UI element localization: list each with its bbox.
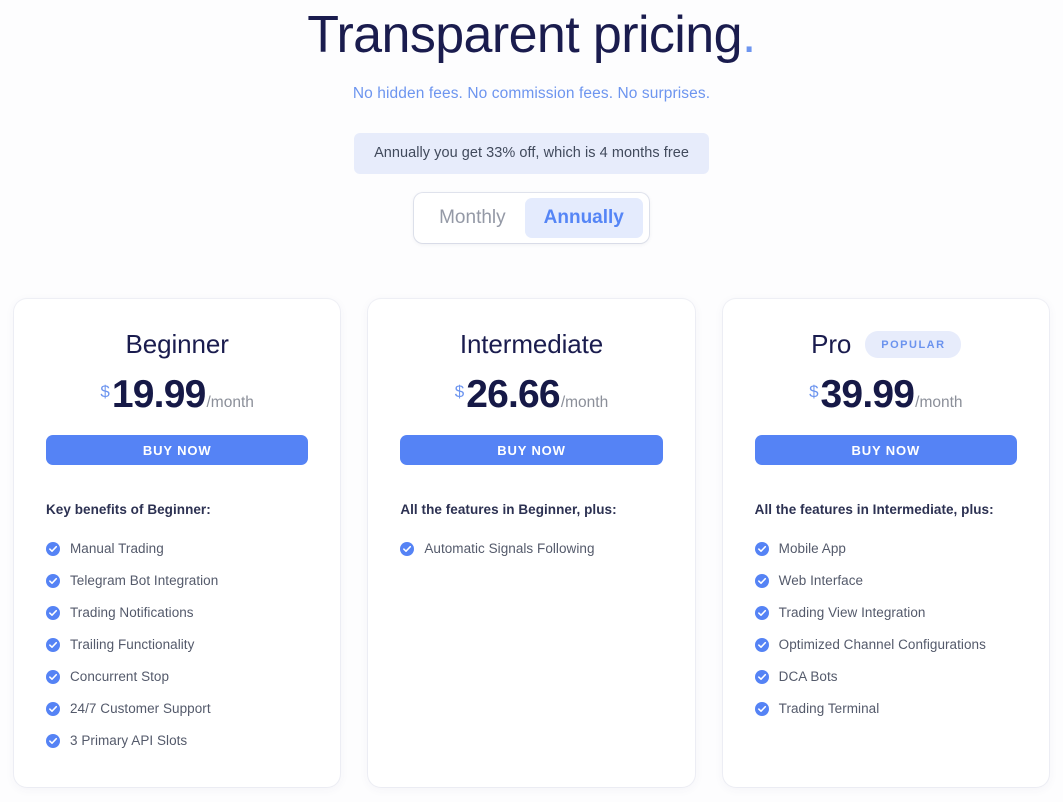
check-circle-icon	[754, 670, 769, 684]
currency-symbol: $	[454, 382, 465, 401]
check-circle-icon	[754, 574, 769, 588]
feature-label: 24/7 Customer Support	[70, 701, 211, 716]
feature-label: Manual Trading	[70, 541, 164, 556]
list-item: Web Interface	[754, 565, 1017, 597]
feature-label: Telegram Bot Integration	[70, 573, 219, 588]
buy-now-button[interactable]: BUY NOW	[400, 435, 663, 465]
pricing-card-beginner: Beginner $ 19.99 /month BUY NOW Key bene…	[14, 299, 341, 787]
pricing-cards: Beginner $ 19.99 /month BUY NOW Key bene…	[14, 299, 1049, 787]
billing-toggle[interactable]: Monthly Annually	[414, 193, 649, 243]
check-circle-icon	[46, 702, 60, 716]
card-title-row: Intermediate	[400, 327, 662, 361]
check-circle-icon	[400, 542, 415, 556]
pricing-card-intermediate: Intermediate $ 26.66 /month BUY NOW All …	[368, 299, 695, 787]
list-item: Trading View Integration	[754, 597, 1017, 629]
feature-label: Concurrent Stop	[70, 669, 170, 684]
plan-price: $ 26.66 /month	[400, 373, 662, 419]
check-circle-icon	[46, 606, 60, 620]
buy-now-button[interactable]: BUY NOW	[46, 435, 309, 465]
page-title: Transparent pricing.	[0, 0, 1063, 66]
check-circle-icon	[46, 542, 60, 556]
features-list: Automatic Signals Following	[400, 533, 662, 565]
feature-label: DCA Bots	[778, 669, 838, 684]
feature-label: Optimized Channel Configurations	[778, 637, 986, 652]
list-item: Trading Notifications	[46, 597, 308, 629]
status-badge: POPULAR	[865, 330, 961, 358]
price-period: /month	[206, 394, 254, 411]
price-amount: 19.99	[111, 373, 206, 416]
list-item: Manual Trading	[46, 533, 308, 565]
list-item: DCA Bots	[754, 661, 1017, 693]
feature-label: Trading Terminal	[778, 701, 880, 716]
billing-toggle-annually[interactable]: Annually	[524, 198, 643, 238]
feature-label: 3 Primary API Slots	[70, 733, 188, 748]
list-item: Concurrent Stop	[46, 661, 308, 693]
feature-label: Mobile App	[778, 541, 846, 556]
features-heading: Key benefits of Beginner:	[46, 502, 211, 517]
feature-label: Trading View Integration	[778, 605, 926, 620]
plan-name: Pro	[811, 329, 852, 359]
page-title-text: Transparent pricing	[307, 6, 742, 64]
list-item: 3 Primary API Slots	[46, 725, 308, 757]
card-title-row: Beginner	[46, 327, 308, 361]
price-amount: 39.99	[820, 373, 915, 416]
list-item: Trailing Functionality	[46, 629, 308, 661]
feature-label: Automatic Signals Following	[424, 541, 595, 556]
feature-label: Web Interface	[778, 573, 864, 588]
currency-symbol: $	[100, 382, 110, 401]
features-heading: All the features in Beginner, plus:	[400, 502, 617, 517]
list-item: Telegram Bot Integration	[46, 565, 308, 597]
billing-toggle-monthly[interactable]: Monthly	[420, 198, 525, 238]
currency-symbol: $	[809, 382, 819, 401]
plan-name: Beginner	[125, 329, 229, 359]
check-circle-icon	[754, 542, 769, 556]
discount-banner: Annually you get 33% off, which is 4 mon…	[354, 133, 709, 174]
check-circle-icon	[46, 734, 60, 748]
plan-price: $ 39.99 /month	[755, 373, 1017, 419]
check-circle-icon	[754, 702, 769, 716]
list-item: 24/7 Customer Support	[46, 693, 308, 725]
billing-toggle-row: Monthly Annually	[0, 193, 1063, 243]
page-title-period: .	[741, 6, 756, 64]
pricing-page: Transparent pricing. No hidden fees. No …	[0, 0, 1063, 802]
plan-name: Intermediate	[459, 329, 604, 359]
list-item: Mobile App	[754, 533, 1017, 565]
plan-price: $ 19.99 /month	[46, 373, 308, 419]
check-circle-icon	[46, 638, 60, 652]
feature-label: Trading Notifications	[70, 605, 194, 620]
features-list: Mobile App Web Interface Trading View In…	[754, 533, 1017, 725]
list-item: Optimized Channel Configurations	[754, 629, 1017, 661]
price-amount: 26.66	[466, 373, 560, 416]
price-period: /month	[560, 394, 609, 411]
pricing-card-pro: Pro POPULAR $ 39.99 /month BUY NOW All t…	[722, 299, 1049, 787]
buy-now-button[interactable]: BUY NOW	[754, 435, 1017, 465]
check-circle-icon	[46, 670, 60, 684]
check-circle-icon	[46, 574, 60, 588]
page-subtitle: No hidden fees. No commission fees. No s…	[352, 85, 711, 102]
feature-label: Trailing Functionality	[70, 637, 195, 652]
list-item: Automatic Signals Following	[400, 533, 662, 565]
list-item: Trading Terminal	[754, 693, 1017, 725]
discount-banner-row: Annually you get 33% off, which is 4 mon…	[0, 133, 1063, 174]
features-list: Manual Trading Telegram Bot Integration …	[46, 533, 308, 757]
check-circle-icon	[754, 638, 769, 652]
check-circle-icon	[754, 606, 769, 620]
price-period: /month	[915, 394, 963, 411]
features-heading: All the features in Intermediate, plus:	[754, 502, 994, 517]
card-title-row: Pro POPULAR	[755, 327, 1017, 361]
